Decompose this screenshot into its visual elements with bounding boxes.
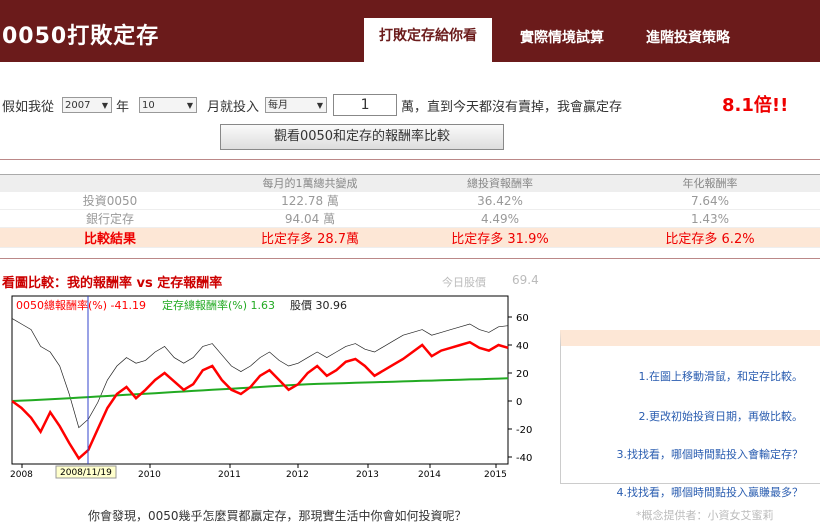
x-tick-label: 2014 bbox=[418, 470, 441, 480]
row-roi: 4.49% bbox=[400, 209, 600, 228]
table-row: 銀行定存 94.04 萬 4.49% 1.43% bbox=[0, 209, 820, 228]
table-row: 投資0050 122.78 萬 36.42% 7.64% bbox=[0, 191, 820, 210]
tab-beat-deposit[interactable]: 打敗定存給你看 bbox=[364, 18, 492, 62]
legend-entry: 定存總報酬率(%) 1.63 bbox=[162, 298, 275, 312]
divider bbox=[0, 258, 820, 259]
compare-annual: 比定存多 6.2% bbox=[600, 227, 820, 248]
frequency-value: 每月 bbox=[268, 100, 289, 111]
y-tick-label: 20 bbox=[516, 369, 529, 380]
table-header-row: 每月的1萬總共變成 總投資報酬率 年化報酬率 bbox=[0, 174, 820, 192]
legend-entry: 0050總報酬率(%) -41.19 bbox=[16, 298, 146, 312]
chevron-down-icon: ▼ bbox=[101, 101, 109, 110]
tip-3: 3.找找看，哪個時間點投入會輸定存？ bbox=[616, 448, 804, 461]
compare-row: 比較結果 比定存多 28.7萬 比定存多 31.9% 比定存多 6.2% bbox=[0, 227, 820, 248]
site-logo[interactable]: 0050打敗定存 bbox=[2, 18, 159, 50]
x-tick-label: 2011 bbox=[218, 470, 241, 480]
row-label: 銀行定存 bbox=[0, 209, 220, 228]
row-total: 122.78 萬 bbox=[220, 191, 400, 210]
y-tick-label: 60 bbox=[516, 313, 529, 324]
y-tick-label: 40 bbox=[516, 341, 529, 352]
tab-scenario[interactable]: 實際情境試算 bbox=[504, 20, 620, 62]
x-tick-label: 2012 bbox=[286, 470, 309, 480]
tip-2: 2.更改初始投資日期，再做比較。 bbox=[638, 410, 804, 423]
row-annual: 7.64% bbox=[600, 191, 820, 210]
y-tick-label: 0 bbox=[516, 397, 522, 408]
x-tick-label: 2015 bbox=[484, 470, 507, 480]
frequency-select[interactable]: 每月 ▼ bbox=[265, 97, 328, 113]
table-header: 年化報酬率 bbox=[600, 174, 820, 192]
tip-1: 1.在圖上移動滑鼠，和定存比較。 bbox=[638, 370, 804, 383]
result-multiple: 8.1倍!! bbox=[722, 95, 789, 116]
month-select[interactable]: 10 ▼ bbox=[139, 97, 198, 113]
return-comparison-chart[interactable]: 60 40 20 0 -20 -40 2008 2010 2011 2012 2013 2014 201… bbox=[0, 292, 548, 482]
x-tick-label: 2013 bbox=[356, 470, 379, 480]
row-roi: 36.42% bbox=[400, 191, 600, 210]
table-header: 每月的1萬總共變成 bbox=[220, 174, 400, 192]
investment-form: 假如我從 2007 ▼ 年 10 ▼ 月就投入 每月 ▼ 1 萬，直到今天都沒有賣掉，… bbox=[2, 94, 622, 116]
table-header bbox=[0, 174, 220, 192]
compare-button[interactable]: 觀看0050和定存的報酬率比較 bbox=[220, 124, 504, 150]
compare-total: 比定存多 28.7萬 bbox=[220, 227, 400, 248]
footer-question: 你會發現，0050幾乎怎麼買都贏定存，那現實生活中你會如何投資呢？ bbox=[88, 509, 467, 523]
comparison-table: 每月的1萬總共變成 總投資報酬率 年化報酬率 投資0050 122.78 萬 3… bbox=[0, 174, 820, 248]
form-prefix: 假如我從 bbox=[2, 99, 55, 115]
x-tick-label: 2008 bbox=[10, 470, 33, 480]
x-tick-label: 2010 bbox=[138, 470, 161, 480]
chart-title: 看圖比較：我的報酬率 vs 定存報酬率 bbox=[2, 276, 223, 291]
form-text-2: 月就投入 bbox=[207, 99, 260, 115]
legend-entry: 股價 30.96 bbox=[290, 298, 347, 312]
divider bbox=[0, 159, 820, 160]
year-select[interactable]: 2007 ▼ bbox=[62, 97, 113, 113]
compare-roi: 比定存多 31.9% bbox=[400, 227, 600, 248]
year-unit: 年 bbox=[116, 99, 130, 115]
tab-advanced[interactable]: 進階投資策略 bbox=[632, 20, 744, 62]
month-value: 10 bbox=[142, 100, 155, 111]
form-text-3: 萬，直到今天都沒有賣掉，我會贏定存 bbox=[401, 99, 623, 115]
cursor-label: 2008/11/19 bbox=[60, 468, 112, 478]
chevron-down-icon: ▼ bbox=[316, 101, 324, 110]
year-value: 2007 bbox=[65, 100, 91, 111]
y-tick-label: -40 bbox=[516, 453, 532, 464]
y-tick-label: -20 bbox=[516, 425, 532, 436]
top-bar: 0050打敗定存 打敗定存給你看 實際情境試算 進階投資策略 bbox=[0, 0, 820, 62]
chevron-down-icon: ▼ bbox=[186, 101, 194, 110]
today-price-value: 69.4 bbox=[512, 273, 539, 287]
row-total: 94.04 萬 bbox=[220, 209, 400, 228]
compare-label: 比較結果 bbox=[0, 227, 220, 248]
today-price-label: 今日股價 bbox=[442, 276, 486, 289]
row-label: 投資0050 bbox=[0, 191, 220, 210]
table-header: 總投資報酬率 bbox=[400, 174, 600, 192]
row-annual: 1.43% bbox=[600, 209, 820, 228]
credit-text: *概念提供者：小資女艾蜜莉 bbox=[636, 509, 774, 522]
amount-input[interactable]: 1 bbox=[333, 94, 398, 116]
tips-panel: 1.在圖上移動滑鼠，和定存比較。 2.更改初始投資日期，再做比較。 3.找找看，… bbox=[560, 330, 820, 499]
tip-4: 4.找找看，哪個時間點投入贏賺最多？ bbox=[616, 486, 804, 499]
